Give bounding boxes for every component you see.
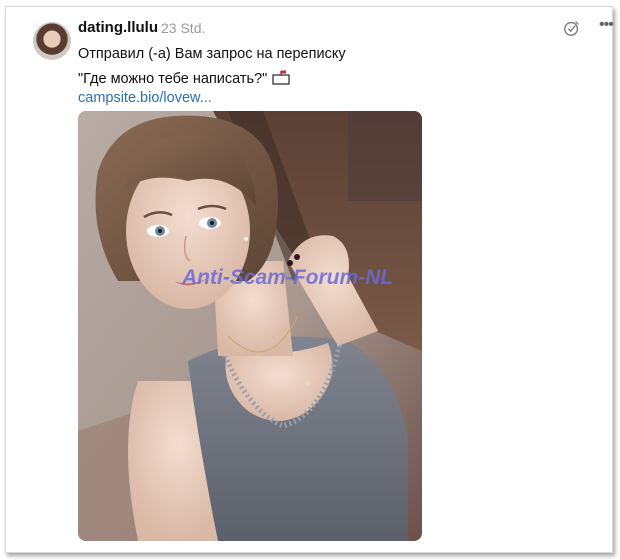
- watermark: Anti-Scam-Forum-NL: [182, 266, 394, 289]
- photo-illustration: [78, 111, 422, 541]
- username[interactable]: dating.llulu: [78, 19, 158, 36]
- post-text-quote: "Где можно тебе написать?": [78, 71, 268, 87]
- post-photo[interactable]: [78, 111, 422, 541]
- post-time: 23 Std.: [161, 20, 206, 36]
- post-text-line-1: Отправил (-а) Вам запрос на переписку: [78, 46, 346, 62]
- more-icon[interactable]: •••: [599, 16, 614, 34]
- profile-link[interactable]: campsite.bio/lovew...: [78, 90, 212, 106]
- edit-check-icon[interactable]: [563, 19, 581, 37]
- mailbox-icon: [272, 70, 290, 85]
- post-text-line-2: "Где можно тебе написать?": [78, 69, 290, 87]
- avatar[interactable]: [33, 22, 71, 60]
